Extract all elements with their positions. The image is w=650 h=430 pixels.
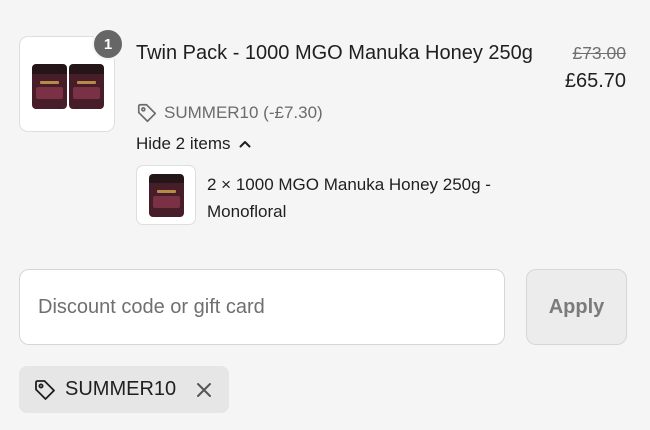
discounted-price: £65.70 [564, 70, 626, 92]
apply-button[interactable]: Apply [526, 269, 627, 345]
applied-discount-chip: SUMMER10 [19, 366, 229, 413]
line-discount-text: SUMMER10 (-£7.30) [164, 103, 323, 122]
hide-items-label: Hide 2 items [136, 134, 231, 153]
bundle-item-thumbnail [136, 165, 196, 225]
close-icon[interactable] [193, 379, 215, 401]
tag-icon [33, 378, 57, 402]
original-price: £73.00 [572, 43, 626, 63]
bundle-item-title: 2 × 1000 MGO Manuka Honey 250g - Monoflo… [207, 175, 491, 221]
hide-items-toggle[interactable]: Hide 2 items [136, 131, 252, 157]
honey-jar-image [32, 64, 67, 109]
discount-code-input[interactable] [19, 269, 505, 345]
honey-jar-image [69, 64, 104, 109]
chevron-up-icon [238, 137, 252, 151]
quantity-badge: 1 [92, 28, 124, 60]
honey-jar-image [149, 174, 184, 217]
product-title: Twin Pack - 1000 MGO Manuka Honey 250g [136, 42, 533, 64]
applied-discount-code: SUMMER10 [65, 378, 177, 400]
line-discount: SUMMER10 (-£7.30) [136, 100, 323, 126]
tag-icon [136, 102, 158, 124]
